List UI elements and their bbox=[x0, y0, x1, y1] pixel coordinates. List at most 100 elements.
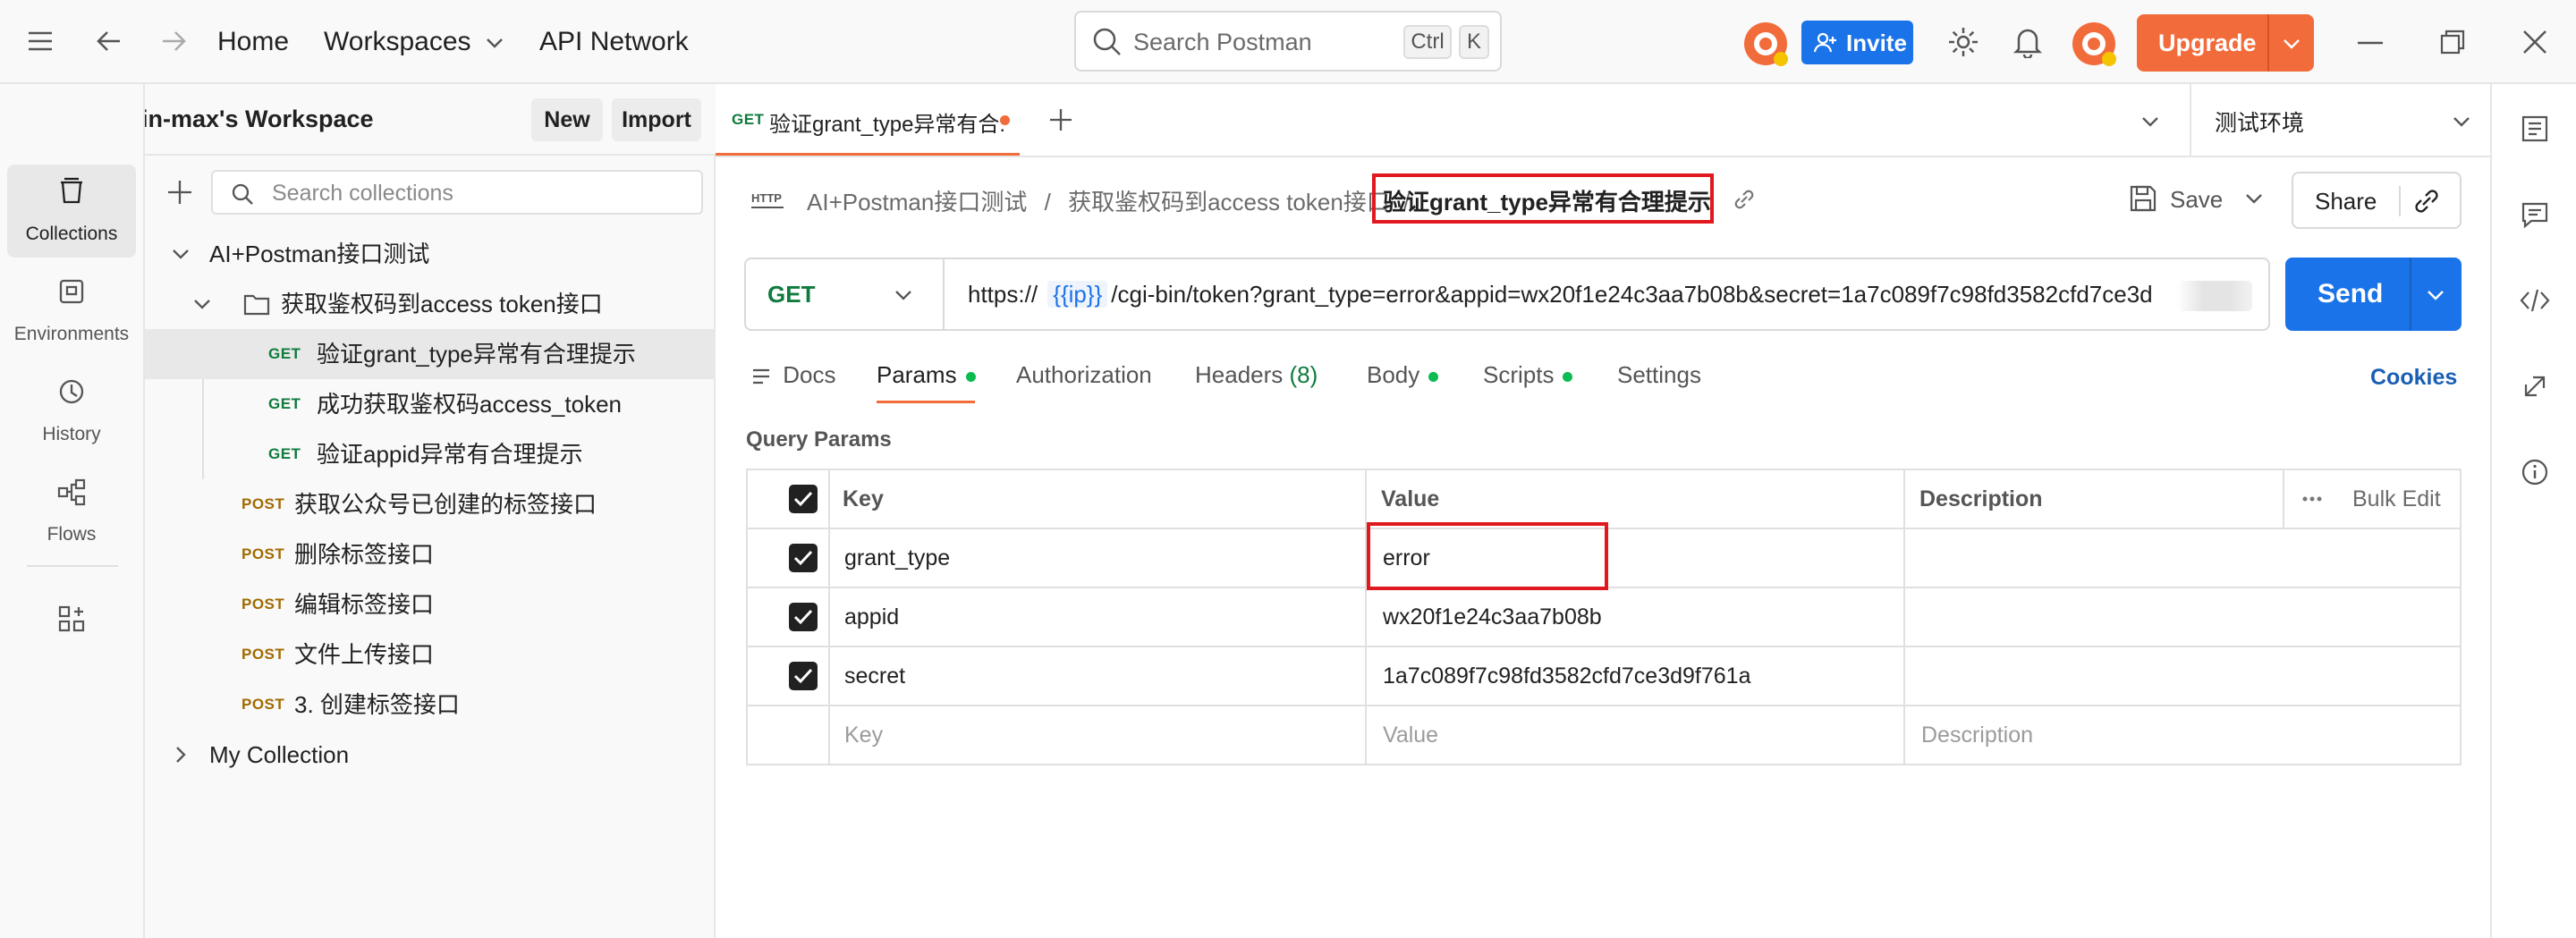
column-divider bbox=[828, 470, 830, 764]
rail-history[interactable]: History bbox=[7, 365, 136, 458]
tree-collection-ai-postman[interactable]: AI+Postman接口测试 bbox=[145, 229, 716, 279]
upgrade-button[interactable]: Upgrade bbox=[2137, 14, 2314, 72]
postman-logo-icon[interactable] bbox=[1741, 20, 1790, 68]
rail-divider bbox=[27, 565, 118, 567]
save-options-chevron-icon[interactable] bbox=[2245, 193, 2263, 204]
settings-gear-icon[interactable] bbox=[1947, 26, 1979, 58]
share-button[interactable]: Share bbox=[2315, 188, 2377, 215]
nav-api-network[interactable]: API Network bbox=[539, 27, 689, 57]
share-button-group: Share bbox=[2292, 172, 2462, 229]
tree-label: 3. 创建标签接口 bbox=[294, 691, 460, 718]
breadcrumb-collection[interactable]: AI+Postman接口测试 bbox=[807, 189, 1027, 215]
tab-params[interactable]: Params bbox=[877, 361, 976, 389]
add-collection-icon[interactable] bbox=[166, 179, 193, 206]
tab-docs[interactable]: Docs bbox=[751, 361, 835, 389]
bulk-edit-button[interactable]: Bulk Edit bbox=[2352, 470, 2441, 528]
add-apps-icon[interactable] bbox=[57, 604, 86, 633]
param-key[interactable]: secret bbox=[844, 647, 905, 705]
param-value[interactable]: wx20f1e24c3aa7b08b bbox=[1383, 588, 1602, 646]
minimize-window-icon[interactable] bbox=[2358, 41, 2383, 45]
tree-folder-access-token[interactable]: 获取鉴权码到access token接口 bbox=[145, 279, 716, 329]
tree-request-create-tag[interactable]: POST 3. 创建标签接口 bbox=[145, 680, 716, 730]
copy-link-icon[interactable] bbox=[1733, 188, 1756, 211]
tab-headers[interactable]: Headers (8) bbox=[1195, 361, 1318, 389]
tree-request-access-token[interactable]: GET 成功获取鉴权码access_token bbox=[145, 379, 716, 429]
environment-selector[interactable]: 测试环境 bbox=[2190, 84, 2490, 156]
search-icon bbox=[1092, 27, 1123, 57]
nav-home[interactable]: Home bbox=[217, 27, 289, 57]
tree-collection-my-collection[interactable]: My Collection bbox=[145, 730, 716, 780]
nav-workspaces[interactable]: Workspaces bbox=[324, 27, 504, 57]
param-enabled-checkbox[interactable] bbox=[789, 662, 818, 690]
url-input[interactable]: https:// {{ip}}/cgi-bin/token?grant_type… bbox=[968, 281, 2247, 313]
rail-environments[interactable]: Environments bbox=[7, 265, 136, 358]
param-enabled-checkbox[interactable] bbox=[789, 544, 818, 572]
params-indicator-dot bbox=[965, 371, 976, 382]
send-divider bbox=[2410, 258, 2411, 331]
close-window-icon[interactable] bbox=[2522, 30, 2547, 55]
new-param-description-input[interactable]: Description bbox=[1921, 706, 2033, 764]
restore-window-icon[interactable] bbox=[2440, 30, 2465, 55]
row-divider bbox=[748, 705, 2460, 706]
param-value[interactable]: 1a7c089f7c98fd3582cfd7ce3d9f761a bbox=[1383, 647, 1750, 705]
related-collections-icon[interactable] bbox=[2521, 372, 2549, 401]
rail-collections-label: Collections bbox=[25, 224, 118, 244]
method-badge: GET bbox=[268, 445, 301, 462]
column-divider bbox=[2283, 470, 2284, 528]
notifications-bell-icon[interactable] bbox=[2013, 26, 2042, 58]
url-path: /cgi-bin/token?grant_type=error&appid=wx… bbox=[1111, 281, 2153, 308]
method-badge: GET bbox=[268, 395, 301, 412]
share-divider bbox=[2399, 186, 2401, 216]
tab-scripts[interactable]: Scripts bbox=[1483, 361, 1573, 389]
select-all-checkbox[interactable] bbox=[789, 485, 818, 513]
forward-arrow-icon[interactable] bbox=[159, 28, 188, 55]
rail-flows[interactable]: Flows bbox=[7, 465, 136, 558]
link-icon[interactable] bbox=[2413, 188, 2440, 215]
request-tab[interactable]: GET 验证grant_type异常有合: bbox=[716, 84, 1020, 156]
tree-request-upload[interactable]: POST 文件上传接口 bbox=[145, 630, 716, 680]
chevron-down-icon bbox=[2453, 117, 2470, 127]
comments-icon[interactable] bbox=[2521, 200, 2549, 229]
breadcrumb: AI+Postman接口测试 / 获取鉴权码到access token接口 / bbox=[807, 184, 1417, 217]
chevron-down-icon[interactable] bbox=[2141, 116, 2159, 127]
back-arrow-icon[interactable] bbox=[95, 28, 123, 55]
chevron-down-icon[interactable] bbox=[2427, 290, 2445, 300]
svg-text:HTTP: HTTP bbox=[751, 191, 782, 205]
more-options-icon[interactable] bbox=[2302, 495, 2322, 503]
tab-method: GET bbox=[732, 111, 765, 128]
tab-body[interactable]: Body bbox=[1367, 361, 1439, 389]
import-button[interactable]: Import bbox=[612, 98, 701, 141]
search-postman-box[interactable]: Search Postman Ctrl K bbox=[1074, 11, 1502, 72]
tab-settings[interactable]: Settings bbox=[1617, 361, 1701, 389]
user-avatar-icon[interactable] bbox=[2070, 20, 2118, 68]
param-key[interactable]: appid bbox=[844, 588, 899, 646]
breadcrumb-folder[interactable]: 获取鉴权码到access token接口 bbox=[1068, 189, 1390, 215]
tree-request-edit-tag[interactable]: POST 编辑标签接口 bbox=[145, 579, 716, 630]
invite-button[interactable]: Invite bbox=[1801, 21, 1913, 64]
new-param-value-input[interactable]: Value bbox=[1383, 706, 1438, 764]
search-collections-box[interactable]: Search collections bbox=[211, 170, 703, 215]
search-icon bbox=[232, 183, 253, 205]
cookies-link[interactable]: Cookies bbox=[2370, 365, 2457, 391]
body-indicator-dot bbox=[1428, 371, 1439, 382]
tree-request-appid[interactable]: GET 验证appid异常有合理提示 bbox=[145, 429, 716, 479]
rail-flows-label: Flows bbox=[47, 524, 97, 545]
param-key[interactable]: grant_type bbox=[844, 529, 950, 587]
new-button[interactable]: New bbox=[531, 98, 603, 141]
new-tab-plus-icon[interactable] bbox=[1048, 107, 1073, 132]
documentation-icon[interactable] bbox=[2521, 114, 2549, 143]
tree-request-grant-type[interactable]: GET 验证grant_type异常有合理提示 bbox=[145, 329, 716, 379]
tab-authorization[interactable]: Authorization bbox=[1016, 361, 1152, 389]
new-param-key-input[interactable]: Key bbox=[844, 706, 883, 764]
tree-request-get-tags[interactable]: POST 获取公众号已创建的标签接口 bbox=[145, 479, 716, 529]
chevron-down-icon[interactable] bbox=[2283, 38, 2301, 49]
method-select[interactable]: GET bbox=[746, 259, 945, 329]
send-button[interactable]: Send bbox=[2318, 279, 2383, 309]
code-snippet-icon[interactable] bbox=[2519, 286, 2551, 315]
param-enabled-checkbox[interactable] bbox=[789, 603, 818, 631]
request-name[interactable]: 验证grant_type异常有合理提示 bbox=[1383, 184, 1711, 217]
info-icon[interactable] bbox=[2521, 458, 2549, 486]
rail-collections[interactable]: Collections bbox=[7, 165, 136, 258]
tree-request-delete-tag[interactable]: POST 删除标签接口 bbox=[145, 529, 716, 579]
menu-icon[interactable] bbox=[27, 30, 54, 53]
